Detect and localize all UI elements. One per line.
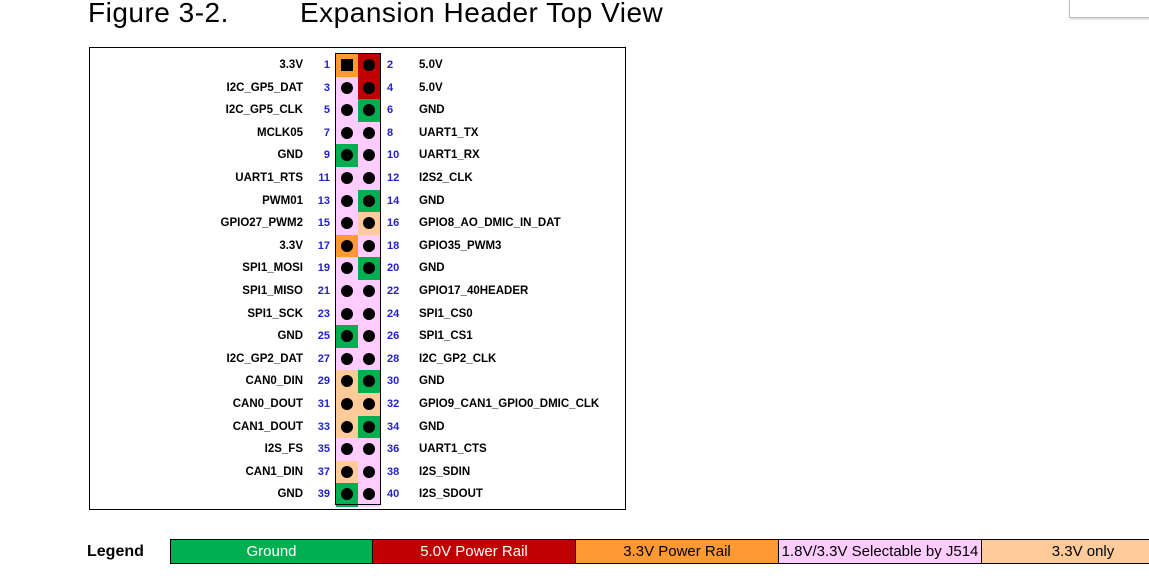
figure-title: Expansion Header Top View: [300, 0, 664, 28]
pin-name-right: SPI1_CS0: [419, 307, 473, 320]
pin-name-right: GND: [419, 262, 445, 275]
pin-number-right: 18: [387, 239, 400, 252]
pin-number-right: 22: [387, 285, 400, 297]
legend-label: Legend: [87, 543, 144, 560]
pin-number-right: 26: [387, 330, 400, 343]
pin-number-left: 25: [317, 330, 330, 343]
pin-number-left: 13: [317, 194, 330, 207]
pin-name-left: GND: [277, 330, 303, 343]
pin-name-left: SPI1_SCK: [247, 307, 303, 320]
header-outline: [335, 53, 381, 505]
pin-number-right: 8: [387, 126, 394, 139]
pin-number-right: 2: [387, 59, 394, 71]
pin-name-left: I2C_GP5_DAT: [226, 81, 303, 94]
pin-number-right: 36: [387, 443, 400, 456]
legend-item-sel: 1.8V/3.3V Selectable by J514: [779, 539, 982, 564]
pin-name-right: UART1_RX: [419, 149, 480, 162]
pin-number-left: 15: [317, 217, 330, 230]
pin-name-left: I2S_FS: [264, 443, 303, 456]
legend-item-ground: Ground: [170, 539, 373, 564]
pin-number-right: 40: [387, 488, 400, 501]
pin-name-left: CAN0_DOUT: [232, 398, 303, 410]
pin-number-left: 29: [317, 375, 330, 388]
pin-number-left: 27: [317, 352, 330, 365]
pin-name-left: I2C_GP5_CLK: [225, 104, 303, 117]
pin-name-right: SPI1_CS1: [419, 330, 473, 343]
legend-item-only33: 3.3V only: [982, 539, 1149, 564]
pin-name-left: GND: [277, 149, 303, 162]
pin-name-left: PWM01: [262, 194, 303, 207]
pin-number-left: 11: [318, 172, 330, 184]
figure-label: Figure 3-2.: [88, 0, 229, 28]
pin-number-left: 21: [317, 285, 330, 297]
pin-number-left: 37: [317, 465, 330, 478]
pin-number-left: 23: [317, 307, 330, 320]
pin-number-left: 1: [323, 59, 330, 71]
pin-number-right: 6: [387, 104, 394, 117]
pin-name-right: UART1_CTS: [419, 443, 487, 456]
pin-name-left: UART1_RTS: [235, 172, 303, 184]
pin-name-right: GND: [419, 420, 445, 433]
pin-name-right: GND: [419, 194, 445, 207]
pin-name-left: MCLK05: [256, 126, 303, 139]
pin-number-left: 5: [323, 104, 330, 117]
pin-number-right: 20: [387, 262, 400, 275]
pin-name-right: GPIO9_CAN1_GPIO0_DMIC_CLK: [419, 398, 600, 410]
pin-name-left: 3.3V: [279, 59, 303, 71]
pin-name-left: GND: [277, 488, 303, 501]
pin-number-left: 39: [317, 488, 330, 501]
pin-name-right: I2S_SDOUT: [419, 488, 483, 501]
pin-number-right: 14: [387, 194, 400, 207]
pin-number-left: 33: [317, 420, 330, 433]
pin-number-right: 24: [387, 307, 400, 320]
pin-name-left: I2C_GP2_DAT: [226, 352, 303, 365]
pin-number-right: 12: [387, 172, 400, 184]
pin-name-right: 5.0V: [419, 81, 443, 94]
corner-box: [1069, 0, 1149, 18]
pin-number-left: 19: [317, 262, 330, 275]
pin-name-right: I2S2_CLK: [419, 172, 473, 184]
pin-name-left: 3.3V: [279, 239, 303, 252]
pin-name-right: GND: [419, 375, 445, 388]
pin-number-right: 10: [387, 149, 400, 162]
pin-name-right: GPIO8_AO_DMIC_IN_DAT: [419, 217, 561, 230]
legend-item-p5v: 5.0V Power Rail: [373, 539, 576, 564]
pin-name-left: CAN0_DIN: [245, 375, 303, 388]
pin-name-right: GPIO35_PWM3: [419, 239, 502, 252]
pin-number-right: 38: [387, 465, 400, 478]
pin-name-left: SPI1_MOSI: [242, 262, 303, 275]
pin-number-right: 4: [387, 81, 394, 94]
pin-name-left: CAN1_DIN: [245, 465, 303, 478]
pin-number-left: 17: [317, 239, 330, 252]
legend-item-p33v: 3.3V Power Rail: [576, 539, 779, 564]
pin-number-right: 34: [387, 420, 400, 433]
pin-name-right: I2C_GP2_CLK: [419, 352, 497, 365]
pin-name-right: UART1_TX: [419, 126, 479, 139]
pin-number-left: 3: [323, 81, 330, 94]
pin-number-left: 31: [317, 398, 330, 410]
pin-number-right: 32: [387, 398, 400, 410]
pin-name-left: GPIO27_PWM2: [220, 217, 303, 230]
pin-name-right: 5.0V: [419, 59, 443, 71]
pin-name-right: GPIO17_40HEADER: [419, 285, 529, 297]
pin-name-left: CAN1_DOUT: [232, 420, 303, 433]
pin-number-right: 30: [387, 375, 400, 388]
pin-name-right: GND: [419, 104, 445, 117]
pin-number-right: 16: [387, 217, 400, 230]
pin-number-left: 9: [323, 149, 330, 162]
pin-name-right: I2S_SDIN: [419, 465, 471, 478]
pin-number-right: 28: [387, 352, 400, 365]
pin-number-left: 7: [323, 126, 330, 139]
legend: Ground 5.0V Power Rail 3.3V Power Rail 1.8V…: [170, 539, 1149, 564]
pin-number-left: 35: [317, 443, 330, 456]
pin-name-left: SPI1_MISO: [242, 285, 303, 297]
